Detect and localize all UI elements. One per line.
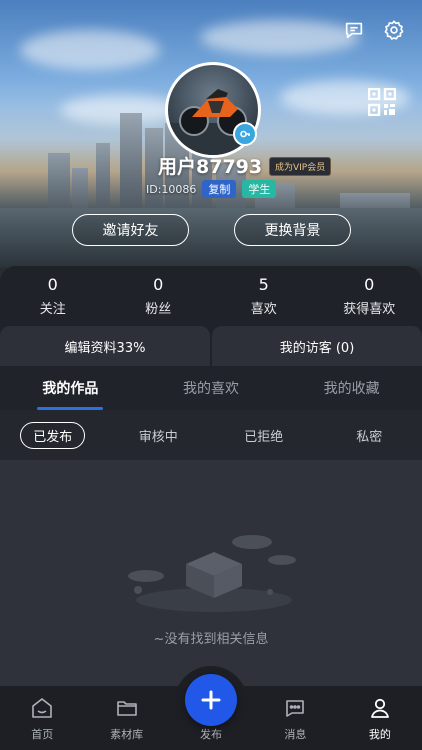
empty-state-illustration-icon — [124, 530, 298, 620]
tab-my-likes[interactable]: 我的喜欢 — [141, 366, 282, 410]
username: 用户87793 — [158, 156, 263, 178]
stat-number: 0 — [153, 275, 164, 294]
filter-rejected[interactable]: 已拒绝 — [211, 426, 317, 445]
plus-icon — [201, 690, 221, 710]
stat-number: 5 — [258, 275, 269, 294]
invite-friends-button[interactable]: 邀请好友 — [72, 214, 189, 246]
chat-icon[interactable] — [342, 18, 366, 42]
filter-private[interactable]: 私密 — [317, 426, 422, 445]
stat-number: 0 — [364, 275, 375, 294]
nav-materials[interactable]: 素材库 — [84, 686, 168, 750]
nav-label: 我的 — [368, 728, 391, 741]
content-tabs: 我的作品 我的喜欢 我的收藏 — [0, 366, 422, 410]
nav-label: 首页 — [31, 728, 54, 741]
edit-profile-button[interactable]: 编辑资料33% — [0, 326, 210, 366]
nav-messages[interactable]: 消息 — [253, 686, 337, 750]
nav-label: 发布 — [200, 728, 223, 741]
publish-button[interactable] — [185, 674, 237, 726]
qr-code-icon[interactable] — [367, 87, 397, 117]
vip-badge[interactable]: 成为VIP会员 — [269, 157, 332, 176]
nav-label: 消息 — [284, 728, 307, 741]
stat-following[interactable]: 0 关注 — [0, 266, 106, 326]
nav-mine[interactable]: 我的 — [338, 686, 422, 750]
user-icon — [370, 698, 389, 718]
folder-icon — [116, 701, 137, 716]
stat-label: 喜欢 — [250, 302, 277, 317]
role-tag: 学生 — [242, 180, 277, 198]
home-icon — [32, 698, 53, 718]
tab-my-favorites[interactable]: 我的收藏 — [281, 366, 422, 410]
nav-home[interactable]: 首页 — [0, 686, 84, 750]
stats-bar: 0 关注 0 粉丝 5 喜欢 0 获得喜欢 — [0, 266, 422, 326]
stat-followers[interactable]: 0 粉丝 — [106, 266, 212, 326]
stat-number: 0 — [47, 275, 58, 294]
stat-label: 粉丝 — [145, 302, 172, 317]
user-id-row: ID:10086 复制 学生 — [146, 180, 277, 198]
filter-published[interactable]: 已发布 — [0, 421, 106, 449]
filter-label: 已发布 — [20, 421, 86, 449]
stat-label: 获得喜欢 — [343, 302, 396, 317]
tab-my-works[interactable]: 我的作品 — [0, 366, 141, 410]
status-filters: 已发布 审核中 已拒绝 私密 — [0, 410, 422, 460]
avatar-edit-badge-icon[interactable] — [233, 122, 257, 146]
stat-likes[interactable]: 5 喜欢 — [211, 266, 317, 326]
nav-label: 素材库 — [110, 728, 144, 741]
profile-actions-row: 编辑资料33% 我的访客 (0) — [0, 326, 422, 366]
change-background-button[interactable]: 更换背景 — [234, 214, 351, 246]
message-icon — [286, 700, 305, 717]
filter-reviewing[interactable]: 审核中 — [106, 426, 212, 445]
stat-label: 关注 — [39, 302, 66, 317]
empty-state-text: ~没有找到相关信息 — [153, 632, 269, 647]
copy-id-button[interactable]: 复制 — [202, 180, 237, 198]
user-id: ID:10086 — [146, 182, 197, 196]
my-visitors-button[interactable]: 我的访客 (0) — [212, 326, 422, 366]
stat-received-likes[interactable]: 0 获得喜欢 — [317, 266, 422, 326]
settings-gear-icon[interactable] — [382, 18, 406, 42]
